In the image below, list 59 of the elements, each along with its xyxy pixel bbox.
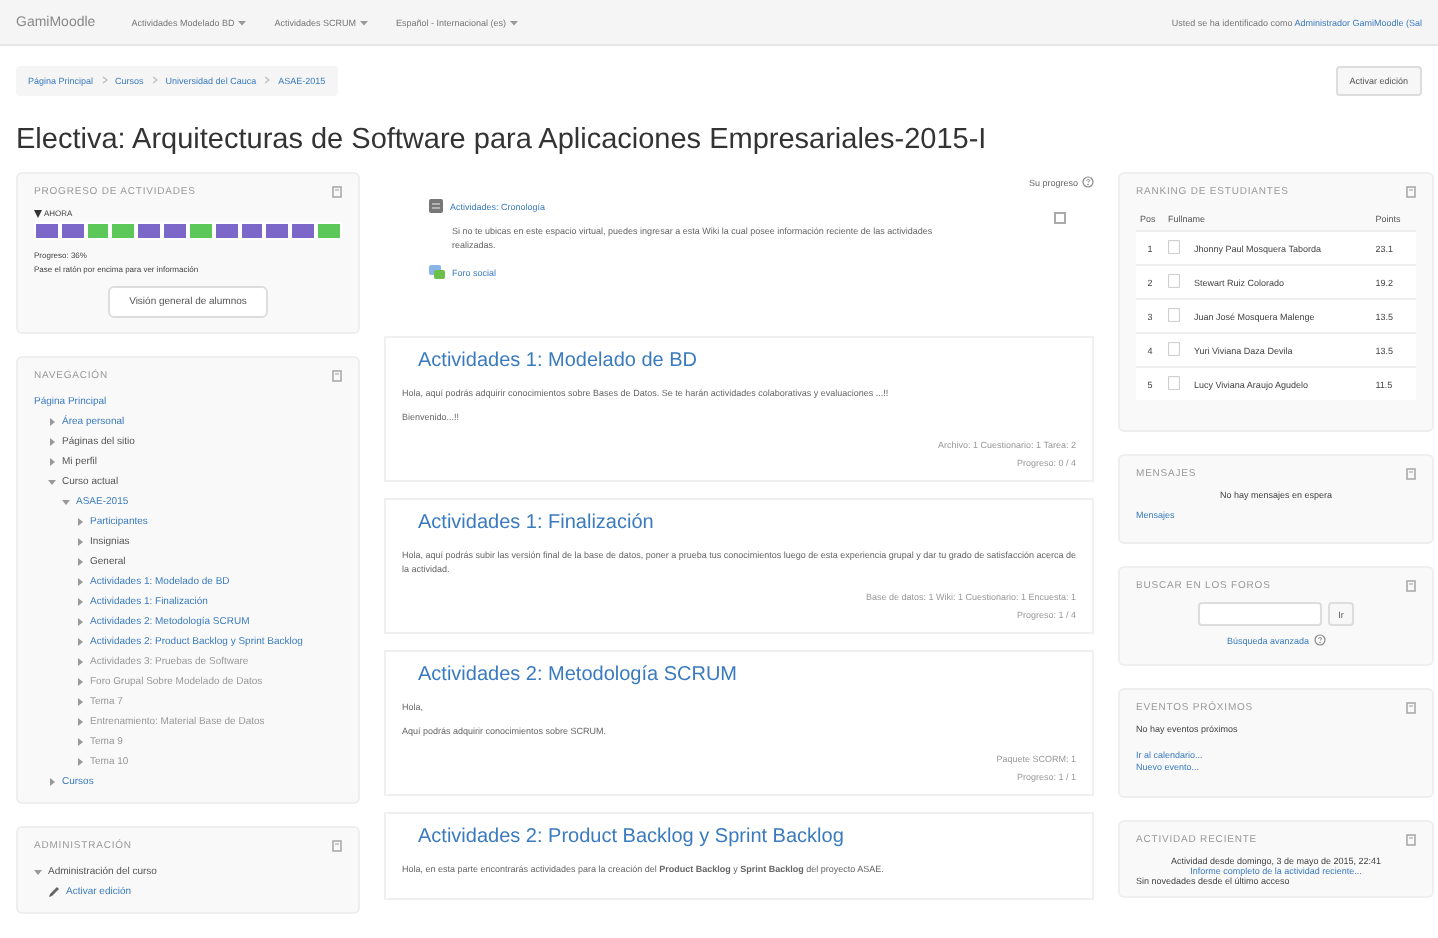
chat-icon <box>428 264 446 280</box>
expand-arrow-icon[interactable] <box>76 638 84 646</box>
expand-arrow-icon[interactable] <box>76 578 84 586</box>
expand-arrow-icon[interactable] <box>48 438 56 446</box>
expand-arrow-icon[interactable] <box>34 868 42 876</box>
expand-arrow-icon[interactable] <box>76 738 84 746</box>
section-title[interactable]: Actividades 1: Modelado de BD <box>418 350 1076 372</box>
section-title[interactable]: Actividades 2: Metodología SCRUM <box>418 664 1076 686</box>
dock-icon[interactable] <box>332 370 342 382</box>
expand-arrow-icon[interactable] <box>48 418 56 426</box>
dock-icon[interactable] <box>1406 580 1416 592</box>
search-field[interactable] <box>1198 602 1323 626</box>
progress-segment[interactable] <box>264 222 291 240</box>
expand-arrow-icon[interactable] <box>76 518 84 526</box>
marker-icon <box>34 209 42 217</box>
section-title[interactable]: Actividades 2: Product Backlog y Sprint Backlog <box>418 826 1076 848</box>
progress-segment[interactable] <box>239 222 265 240</box>
expand-arrow-icon[interactable] <box>48 778 56 786</box>
pencil-icon <box>48 886 60 898</box>
progress-segment[interactable] <box>110 222 137 240</box>
expand-arrow-icon[interactable] <box>76 558 84 566</box>
dock-icon[interactable] <box>1406 186 1416 198</box>
progress-segment[interactable] <box>187 222 214 240</box>
separator-icon <box>264 76 271 84</box>
caret-icon <box>238 19 247 25</box>
completion-checkbox[interactable] <box>1054 212 1066 224</box>
dock-icon[interactable] <box>1406 702 1416 714</box>
expand-arrow-icon[interactable] <box>76 718 84 726</box>
expand-arrow-icon[interactable] <box>76 758 84 766</box>
progress-segment[interactable] <box>85 222 111 240</box>
separator-icon <box>151 76 158 84</box>
dock-icon[interactable] <box>1406 468 1416 480</box>
expand-arrow-icon[interactable] <box>76 598 84 606</box>
expand-arrow-icon[interactable] <box>48 458 56 466</box>
separator-icon <box>101 76 108 84</box>
expand-arrow-icon[interactable] <box>76 698 84 706</box>
help-icon <box>1313 634 1326 646</box>
expand-arrow-icon[interactable] <box>48 478 56 486</box>
expand-arrow-icon[interactable] <box>62 498 70 506</box>
progress-segment[interactable] <box>59 222 86 240</box>
help-icon <box>1082 176 1094 188</box>
progress-segment[interactable] <box>34 222 60 240</box>
expand-arrow-icon[interactable] <box>76 618 84 626</box>
dock-icon[interactable] <box>332 840 342 852</box>
expand-arrow-icon[interactable] <box>76 678 84 686</box>
wiki-icon <box>428 198 444 214</box>
caret-icon <box>359 19 368 25</box>
progress-segment[interactable] <box>316 222 342 240</box>
section-title[interactable]: Actividades 1: Finalización <box>418 512 1076 534</box>
page-title: Electiva: Arquitecturas de Software para Aplicaciones Empresariales-2015-I <box>16 124 989 156</box>
caret-icon <box>510 19 519 25</box>
progress-segment[interactable] <box>213 222 240 240</box>
progress-segment[interactable] <box>136 222 163 240</box>
expand-arrow-icon[interactable] <box>76 658 84 666</box>
dock-icon[interactable] <box>1406 834 1416 846</box>
progress-segment[interactable] <box>290 222 317 240</box>
dock-icon[interactable] <box>332 186 342 198</box>
progress-segment[interactable] <box>162 222 188 240</box>
expand-arrow-icon[interactable] <box>76 538 84 546</box>
